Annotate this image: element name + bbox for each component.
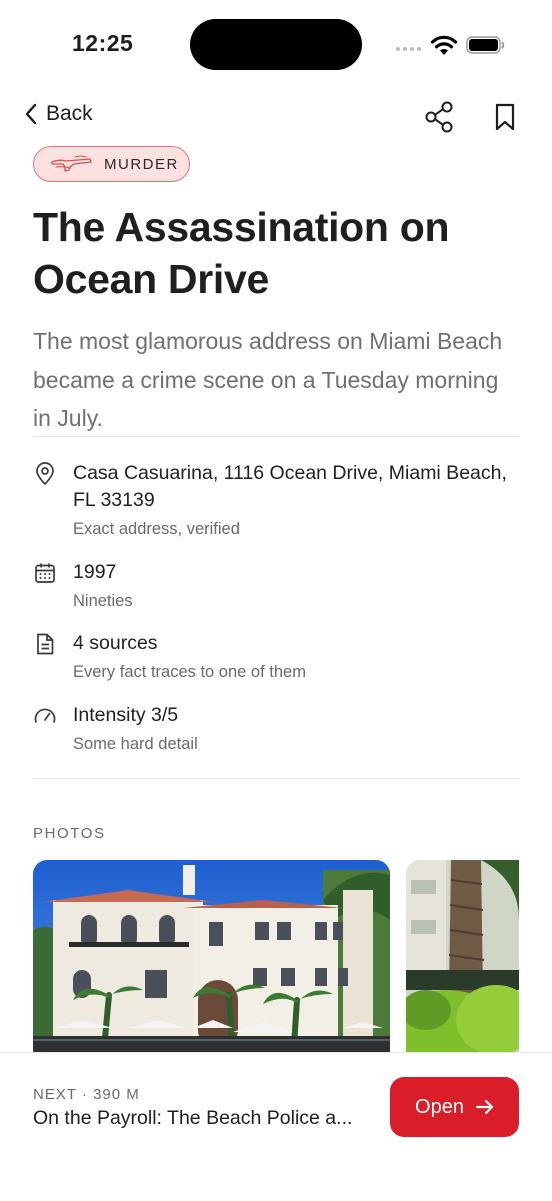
next-story-bar: NEXT · 390 M On the Payroll: The Beach P… <box>0 1052 552 1201</box>
category-label: MURDER <box>104 155 179 173</box>
next-story-title[interactable]: On the Payroll: The Beach Police a... <box>33 1107 373 1130</box>
chevron-left-icon <box>25 103 37 125</box>
location-row: Casa Casuarina, 1116 Ocean Drive, Miami … <box>33 460 523 546</box>
intensity-row: Intensity 3/5 Some hard detail <box>33 702 523 758</box>
sources-count: 4 sources <box>73 632 158 654</box>
cellular-signal-icon <box>396 47 421 51</box>
divider <box>33 778 519 779</box>
intensity-note: Some hard detail <box>73 735 198 753</box>
open-button[interactable]: Open <box>390 1077 519 1137</box>
map-pin-icon <box>36 462 54 485</box>
nav-bar: Back <box>0 98 552 138</box>
back-button[interactable]: Back <box>24 102 93 126</box>
category-tag: MURDER <box>33 146 190 182</box>
photo-thumbnail[interactable] <box>406 860 519 1060</box>
open-button-label: Open <box>415 1095 464 1118</box>
gun-icon <box>51 155 92 172</box>
arrow-right-icon <box>475 1099 494 1115</box>
page-subtitle: The most glamorous address on Miami Beac… <box>33 328 503 431</box>
bookmark-icon[interactable] <box>493 102 517 132</box>
wifi-icon <box>430 35 458 55</box>
intensity-value: Intensity 3/5 <box>73 704 179 726</box>
status-bar: 12:25 <box>0 0 552 90</box>
status-time: 12:25 <box>72 30 134 56</box>
date-row: 1997 Nineties <box>33 559 523 615</box>
share-icon[interactable] <box>425 101 455 133</box>
location-note: Exact address, verified <box>73 520 240 538</box>
sources-note: Every fact traces to one of them <box>73 663 306 681</box>
mansion-photo-image <box>33 860 390 1060</box>
gauge-icon <box>34 708 56 723</box>
photos-section-label: PHOTOS <box>33 825 106 842</box>
date-value: 1997 <box>73 561 117 583</box>
date-note: Nineties <box>73 592 133 610</box>
palm-photo-image <box>406 860 519 1060</box>
location-address: Casa Casuarina, 1116 Ocean Drive, Miami … <box>73 462 507 511</box>
divider <box>33 436 519 437</box>
back-label: Back <box>46 102 93 125</box>
dynamic-island <box>190 19 362 70</box>
page-title: The Assassination on Ocean Drive <box>33 204 450 302</box>
battery-icon <box>466 36 505 54</box>
sources-row: 4 sources Every fact traces to one of th… <box>33 630 523 686</box>
document-icon <box>37 633 54 655</box>
calendar-icon <box>35 563 55 583</box>
photo-thumbnail[interactable] <box>33 860 390 1060</box>
next-distance-label: NEXT · 390 M <box>33 1086 140 1103</box>
